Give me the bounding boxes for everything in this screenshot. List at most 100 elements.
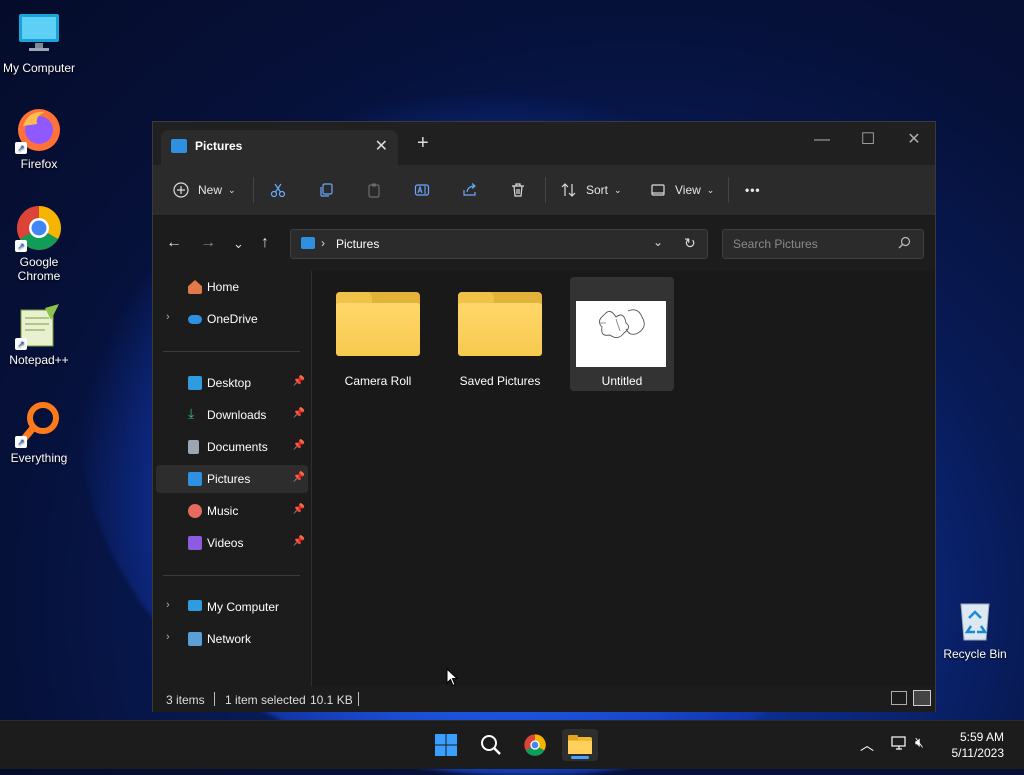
tiles-view-icon[interactable] [913,690,931,706]
details-view-icon[interactable] [891,691,907,705]
sidebar-item-label: Videos [207,536,244,550]
desktop-icon-recycle-bin[interactable]: Recycle Bin [936,596,1014,661]
download-arrow-icon: ⤓ [188,405,195,421]
back-arrow-icon[interactable]: ← [166,234,182,252]
share-button[interactable] [462,179,478,201]
close-tab-icon[interactable]: ✕ [375,136,388,156]
sidebar-item-label: My Computer [207,600,280,614]
sidebar-item-desktop[interactable]: Desktop 📌 [156,369,308,397]
cut-button[interactable] [270,179,286,201]
desktop-icon-firefox[interactable]: ↗ Firefox [0,106,78,171]
taskbar-file-explorer[interactable] [562,729,598,761]
status-separator [214,692,215,706]
delete-button[interactable] [510,179,526,201]
taskbar: ︿ 🔇︎ 5:59 AM 5/11/2023 [0,720,1024,769]
mouse-cursor-icon [446,667,459,692]
pictures-icon [188,472,202,486]
tab-pictures[interactable]: Pictures ✕ [161,130,398,165]
folder-icon [336,292,420,356]
network-status-icon[interactable] [891,735,909,756]
pin-icon[interactable]: 📌 [293,536,305,547]
sidebar-item-downloads[interactable]: ⤓ Downloads 📌 [156,401,308,429]
everything-search-icon: ↗ [15,400,63,448]
clipboard-icon [366,182,382,198]
notepadpp-icon: ↗ [15,302,63,350]
copy-button[interactable] [318,179,334,201]
taskbar-chrome[interactable] [519,729,551,761]
new-button[interactable]: New ⌄ [173,179,236,201]
breadcrumb-pictures[interactable]: Pictures [336,237,379,251]
breadcrumb-chevron-icon: › [321,236,325,250]
toolbar-separator [253,177,254,203]
pictures-folder-icon [171,139,187,153]
sidebar-item-videos[interactable]: Videos 📌 [156,529,308,557]
maximize-button[interactable]: ☐ [845,126,891,154]
new-tab-button[interactable]: + [417,132,429,155]
file-item-untitled[interactable]: Untitled [570,277,674,391]
clock-date: 5/11/2023 [951,746,1005,760]
address-dropdown-icon[interactable]: ⌄ [653,235,663,249]
sidebar-item-home[interactable]: Home [156,273,308,301]
pin-icon[interactable]: 📌 [293,472,305,483]
sidebar-item-onedrive[interactable]: › OneDrive [156,305,308,333]
sidebar-item-network[interactable]: › Network [156,625,308,653]
desktop-icon-chrome[interactable]: ↗ Google Chrome [0,204,78,283]
copy-icon [318,182,334,198]
volume-muted-icon[interactable]: 🔇︎ [915,734,924,751]
chevron-right-icon[interactable]: › [166,599,170,611]
desktop-icon-everything[interactable]: ↗ Everything [0,400,78,465]
selection-count: 1 item selected [225,693,306,707]
recent-locations-chevron-icon[interactable]: ⌄ [233,236,244,252]
forward-arrow-icon[interactable]: → [200,234,216,252]
image-thumbnail [576,301,666,367]
new-label: New [198,183,223,197]
file-item-saved-pictures[interactable]: Saved Pictures [448,277,552,391]
desktop-icon-label: Recycle Bin [943,647,1007,661]
search-icon[interactable] [898,236,911,254]
address-bar-row: ← → ⌄ ↑ › Pictures ⌄ ↻ [153,216,935,271]
minimize-button[interactable]: — [799,126,845,154]
view-button[interactable]: View ⌄ [650,179,714,201]
pin-icon[interactable]: 📌 [293,376,305,387]
pictures-folder-icon [301,237,315,249]
view-icon [650,182,666,198]
file-list: Camera Roll Saved Pictures Untitled [312,271,935,686]
shortcut-arrow-icon: ↗ [15,436,27,448]
file-explorer-window: Pictures ✕ + — ☐ ✕ New ⌄ Sort ⌄ View ⌄ •… [152,121,936,712]
sidebar-item-pictures[interactable]: Pictures 📌 [156,465,308,493]
sort-button[interactable]: Sort ⌄ [561,179,622,201]
search-input[interactable] [731,236,895,252]
cloud-icon [188,315,202,324]
chrome-icon [524,734,546,756]
sidebar-item-documents[interactable]: Documents 📌 [156,433,308,461]
sidebar-item-music[interactable]: Music 📌 [156,497,308,525]
chevron-right-icon[interactable]: › [166,311,170,323]
rename-button[interactable] [414,179,430,201]
search-box [722,229,924,259]
chevron-down-icon: ⌄ [706,184,715,195]
start-button[interactable] [430,729,462,761]
desktop-icon-my-computer[interactable]: My Computer [0,10,78,75]
file-name: Saved Pictures [459,374,541,388]
more-options-button[interactable]: ••• [745,179,761,201]
paste-button[interactable] [366,179,382,201]
windows-logo-icon [435,734,457,756]
file-item-camera-roll[interactable]: Camera Roll [326,277,430,391]
up-arrow-icon[interactable]: ↑ [261,234,269,252]
chevron-right-icon[interactable]: › [166,631,170,643]
pin-icon[interactable]: 📌 [293,504,305,515]
pin-icon[interactable]: 📌 [293,440,305,451]
desktop-icon-notepadpp[interactable]: ↗ Notepad++ [0,302,78,367]
item-count: 3 items [166,693,205,707]
status-bar: 3 items 1 item selected 10.1 KB [153,686,935,712]
refresh-icon[interactable]: ↻ [684,235,696,252]
clock-time: 5:59 AM [959,730,1004,744]
search-button[interactable] [475,729,507,761]
address-bar[interactable]: › Pictures ⌄ ↻ [290,229,708,259]
chevron-up-icon[interactable]: ︿ [860,735,874,755]
sidebar-item-my-computer[interactable]: › My Computer [156,593,308,621]
sidebar-item-label: Documents [207,440,268,454]
close-window-button[interactable]: ✕ [891,126,937,154]
pin-icon[interactable]: 📌 [293,408,305,419]
system-clock[interactable]: 5:59 AM 5/11/2023 [952,729,1005,761]
